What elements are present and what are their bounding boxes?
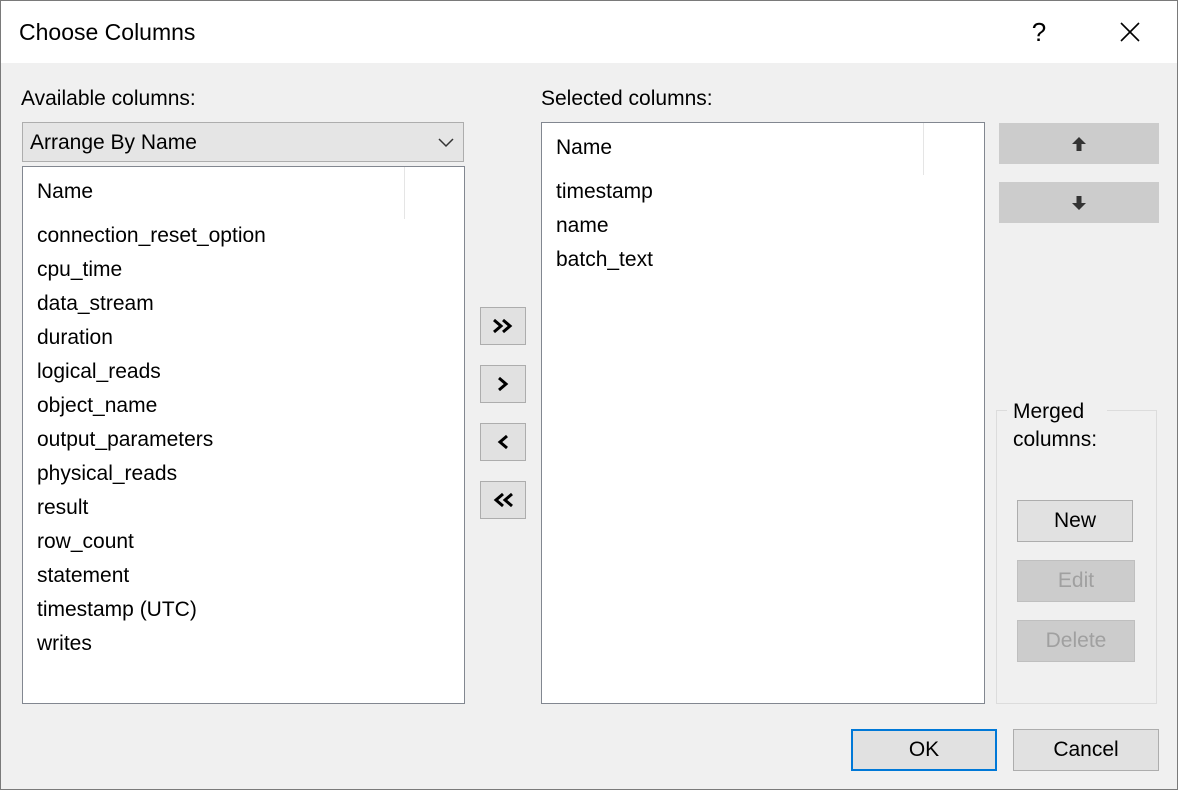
list-item[interactable]: statement	[23, 559, 464, 593]
help-button[interactable]: ?	[1015, 9, 1063, 55]
cancel-button[interactable]: Cancel	[1013, 729, 1159, 771]
move-down-button[interactable]	[999, 182, 1159, 223]
edit-merged-button[interactable]: Edit	[1017, 560, 1135, 602]
remove-all-button[interactable]	[480, 481, 526, 519]
arrange-by-dropdown[interactable]: Arrange By Name	[22, 122, 464, 162]
list-item[interactable]: result	[23, 491, 464, 525]
chevron-down-icon	[438, 138, 454, 148]
list-item[interactable]: connection_reset_option	[23, 219, 464, 253]
list-item[interactable]: row_count	[23, 525, 464, 559]
double-chevron-left-icon	[493, 492, 513, 508]
selected-list-header: Name	[542, 123, 984, 175]
list-item[interactable]: batch_text	[542, 243, 984, 277]
selected-list-items: timestamp name batch_text	[542, 175, 984, 277]
available-name-column-header[interactable]: Name	[23, 167, 405, 219]
dialog-title: Choose Columns	[19, 19, 196, 45]
arrow-down-icon	[1072, 195, 1086, 210]
delete-button-label: Delete	[1045, 629, 1107, 652]
close-button[interactable]	[1105, 9, 1155, 55]
add-all-button[interactable]	[480, 307, 526, 345]
list-item[interactable]: timestamp	[542, 175, 984, 209]
delete-merged-button[interactable]: Delete	[1017, 620, 1135, 662]
selected-columns-list[interactable]: Name timestamp name batch_text	[541, 122, 985, 704]
new-button-label: New	[1053, 509, 1096, 532]
edit-button-label: Edit	[1057, 569, 1095, 592]
title-bar: Choose Columns ?	[1, 1, 1177, 63]
available-columns-label: Available columns:	[21, 87, 196, 110]
list-item[interactable]: cpu_time	[23, 253, 464, 287]
help-icon: ?	[1031, 16, 1047, 47]
add-button[interactable]	[480, 365, 526, 403]
available-header-label: Name	[37, 180, 94, 203]
new-merged-button[interactable]: New	[1017, 500, 1133, 542]
list-item[interactable]: name	[542, 209, 984, 243]
selected-header-label: Name	[556, 136, 613, 159]
available-list-items: connection_reset_option cpu_time data_st…	[23, 219, 464, 661]
ok-button[interactable]: OK	[851, 729, 997, 771]
available-columns-list[interactable]: Name connection_reset_option cpu_time da…	[22, 166, 465, 704]
list-item[interactable]: object_name	[23, 389, 464, 423]
list-item[interactable]: data_stream	[23, 287, 464, 321]
double-chevron-right-icon	[493, 318, 513, 334]
list-item[interactable]: writes	[23, 627, 464, 661]
list-item[interactable]: duration	[23, 321, 464, 355]
ok-button-label: OK	[908, 738, 940, 761]
list-item[interactable]: output_parameters	[23, 423, 464, 457]
merged-columns-label: Merged columns:	[1007, 398, 1107, 454]
arrange-by-value: Arrange By Name	[30, 131, 197, 154]
chevron-right-icon	[498, 376, 509, 392]
arrow-up-icon	[1072, 136, 1086, 151]
move-up-button[interactable]	[999, 123, 1159, 164]
close-icon	[1120, 22, 1140, 42]
list-item[interactable]: physical_reads	[23, 457, 464, 491]
available-list-header: Name	[23, 167, 464, 219]
list-item[interactable]: logical_reads	[23, 355, 464, 389]
chevron-left-icon	[497, 434, 508, 450]
selected-name-column-header[interactable]: Name	[542, 123, 924, 175]
selected-columns-label: Selected columns:	[541, 87, 713, 110]
list-item[interactable]: timestamp (UTC)	[23, 593, 464, 627]
remove-button[interactable]	[480, 423, 526, 461]
cancel-button-label: Cancel	[1053, 738, 1119, 761]
choose-columns-dialog: Choose Columns ? Available columns: Arra…	[0, 0, 1178, 790]
